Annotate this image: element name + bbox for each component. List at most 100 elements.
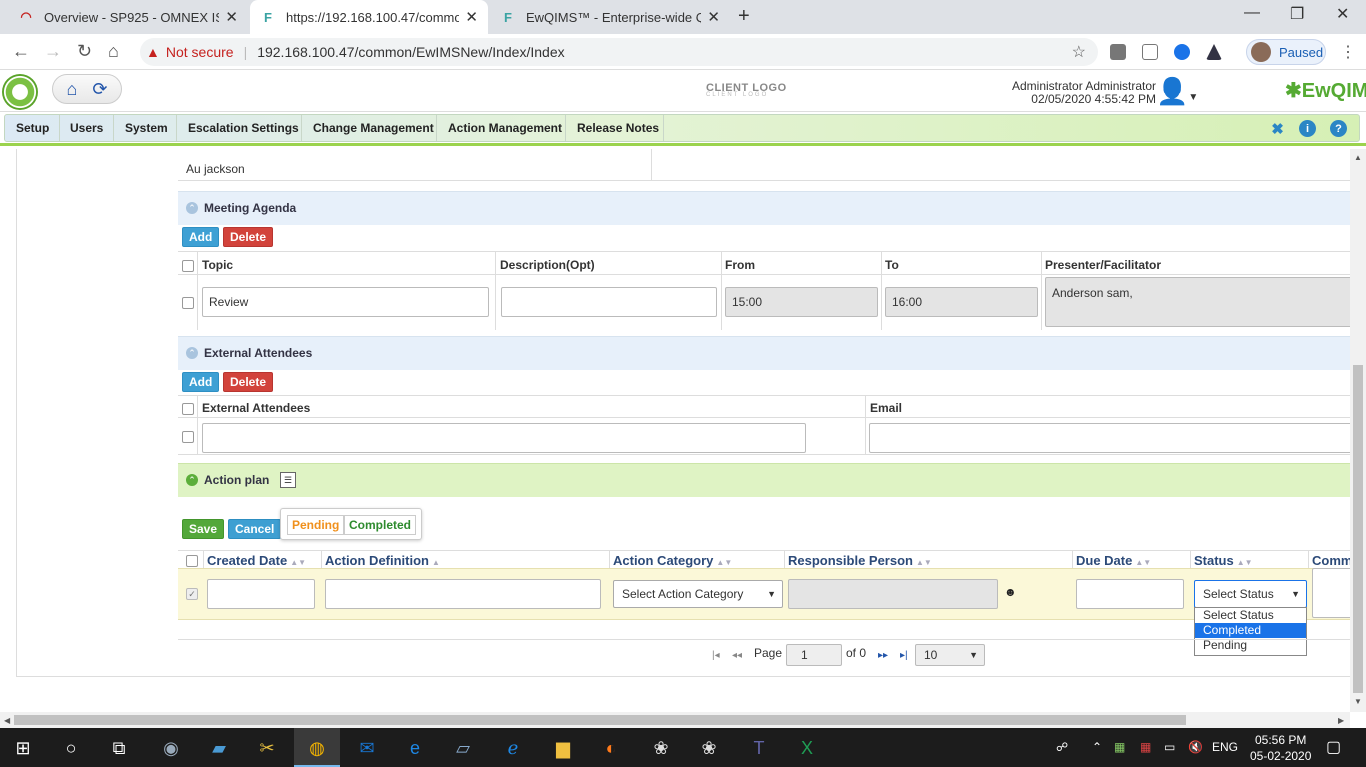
window-close-icon[interactable]: ✕ (1336, 4, 1349, 24)
home-icon[interactable]: ⌂ (108, 41, 119, 62)
topic-input[interactable]: Review (202, 287, 489, 317)
collapse-icon[interactable]: ⌃ (186, 474, 198, 486)
extension-drive-icon[interactable] (1206, 44, 1222, 60)
tab-overview[interactable]: ◠ Overview - SP925 - OMNEX ISSUE ✕ (8, 0, 248, 34)
close-icon[interactable]: ✕ (225, 8, 238, 26)
chrome-icon[interactable]: ◍ (306, 737, 328, 759)
language-indicator[interactable]: ENG (1212, 740, 1238, 754)
file-explorer-icon[interactable]: ▆ (552, 737, 574, 759)
user-avatar-icon[interactable]: 👤▼ (1156, 76, 1198, 107)
tab-current[interactable]: F https://192.168.100.47/common/ ✕ (250, 0, 488, 34)
page-size-select[interactable]: 10 ▼ (915, 644, 985, 666)
home-icon[interactable]: ⌂ (67, 79, 78, 100)
app-icon[interactable]: ❀ (650, 737, 672, 759)
collapse-icon[interactable]: ⌃ (186, 202, 198, 214)
extension-g-icon[interactable] (1110, 44, 1126, 60)
menu-escalation-settings[interactable]: Escalation Settings (188, 121, 299, 135)
excel-icon[interactable]: X (796, 737, 818, 759)
row-checkbox[interactable] (182, 431, 194, 443)
presenter-field[interactable]: Anderson sam, (1045, 277, 1350, 327)
external-attendee-input[interactable] (202, 423, 806, 453)
forward-icon[interactable]: → (44, 41, 62, 62)
column-responsible-person[interactable]: Responsible Person ▲▼ (788, 553, 932, 568)
menu-change-management[interactable]: Change Management (313, 121, 434, 135)
menu-setup[interactable]: Setup (16, 121, 49, 135)
next-page-icon[interactable]: ▸▸ (878, 650, 888, 661)
app-icon[interactable]: ❀ (698, 737, 720, 759)
status-option[interactable]: Select Status (1195, 608, 1306, 623)
menu-users[interactable]: Users (70, 121, 103, 135)
ie-icon[interactable]: ℯ (502, 737, 524, 759)
column-created-date[interactable]: Created Date ▲▼ (207, 553, 306, 568)
extension-search-icon[interactable] (1174, 44, 1190, 60)
email-input[interactable] (869, 423, 1350, 453)
clock[interactable]: 05:56 PM 05-02-2020 (1250, 732, 1311, 764)
url-field[interactable]: ▲ Not secure | 192.168.100.47/common/EwI… (140, 38, 1098, 66)
restore-icon[interactable]: ❐ (1290, 4, 1304, 24)
vertical-scrollbar[interactable]: ▲ ▼ (1350, 149, 1366, 712)
select-all-checkbox[interactable] (182, 260, 194, 272)
due-date-input[interactable] (1076, 579, 1184, 609)
status-select[interactable]: Select Status ▼ (1194, 580, 1307, 608)
select-all-checkbox[interactable] (186, 555, 198, 567)
column-action-category[interactable]: Action Category ▲▼ (613, 553, 732, 568)
pin-icon[interactable]: ✖ (1269, 120, 1286, 138)
edge-icon[interactable]: e (404, 737, 426, 759)
description-input[interactable] (501, 287, 717, 317)
info-icon[interactable]: i (1299, 120, 1316, 137)
people-icon[interactable]: ☍ (1056, 740, 1068, 754)
column-status[interactable]: Status ▲▼ (1194, 553, 1253, 568)
menu-system[interactable]: System (125, 121, 168, 135)
minimize-icon[interactable]: — (1244, 4, 1260, 22)
agenda-add-button[interactable]: Add (182, 227, 220, 247)
status-option[interactable]: Pending (1195, 638, 1306, 653)
app-icon[interactable]: ▱ (452, 737, 474, 759)
select-all-checkbox[interactable] (182, 403, 194, 415)
from-time-input[interactable]: 15:00 (725, 287, 878, 317)
row-checkbox-checked[interactable]: ✓ (186, 588, 198, 600)
page-number-input[interactable]: 1 (786, 644, 842, 666)
meeting-agenda-header[interactable]: ⌃ Meeting Agenda (178, 191, 1350, 225)
external-attendees-header[interactable]: ⌃ External Attendees (178, 336, 1350, 370)
tray-icon[interactable]: ▦ (1114, 740, 1125, 754)
status-option[interactable]: Completed (1195, 623, 1306, 638)
notification-icon[interactable]: ▢ (1326, 737, 1341, 757)
prev-page-icon[interactable]: ◂◂ (732, 650, 742, 661)
close-icon[interactable]: ✕ (707, 8, 720, 26)
chevron-up-icon[interactable]: ⌃ (1092, 740, 1102, 754)
agenda-delete-button[interactable]: Delete (223, 227, 274, 247)
legend-icon[interactable]: ☰ (280, 472, 296, 488)
scroll-up-icon[interactable]: ▲ (1354, 153, 1362, 162)
scroll-right-icon[interactable]: ▶ (1338, 716, 1344, 725)
first-page-icon[interactable]: |◂ (712, 650, 720, 661)
to-time-input[interactable]: 16:00 (885, 287, 1038, 317)
reload-icon[interactable]: ↻ (77, 41, 92, 62)
action-plan-header[interactable]: ⌃ Action plan ☰ (178, 463, 1350, 497)
app-icon[interactable]: ◉ (160, 737, 182, 759)
cancel-button[interactable]: Cancel (228, 519, 282, 539)
app-icon[interactable]: ✂ (256, 737, 278, 759)
extension-doc-icon[interactable] (1142, 44, 1158, 60)
collapse-icon[interactable]: ⌃ (186, 347, 198, 359)
action-category-select[interactable]: Select Action Category ▼ (613, 580, 783, 608)
menu-kebab-icon[interactable]: ⋮ (1340, 42, 1356, 62)
menu-action-management[interactable]: Action Management (448, 121, 562, 135)
refresh-icon[interactable]: ⟳ (92, 79, 107, 100)
close-icon[interactable]: ✕ (465, 8, 478, 26)
profile-button[interactable]: Paused (1246, 39, 1326, 65)
network-icon[interactable]: ▭ (1164, 740, 1175, 754)
column-comments[interactable]: Comm (1312, 553, 1350, 568)
new-tab-icon[interactable]: + (738, 5, 750, 28)
outlook-icon[interactable]: ✉ (356, 737, 378, 759)
person-lookup-icon[interactable]: ☻ (1004, 585, 1017, 599)
comments-input[interactable] (1312, 568, 1350, 618)
last-page-icon[interactable]: ▸| (900, 650, 908, 661)
column-due-date[interactable]: Due Date ▲▼ (1076, 553, 1151, 568)
volume-icon[interactable]: 🔇 (1188, 740, 1203, 754)
task-view-icon[interactable]: ⧉ (108, 737, 130, 759)
scroll-left-icon[interactable]: ◀ (4, 716, 10, 725)
teams-icon[interactable]: T (748, 737, 770, 759)
responsible-person-input[interactable] (788, 579, 998, 609)
firefox-icon[interactable]: ◐ (600, 737, 622, 759)
tray-icon[interactable]: ▦ (1140, 740, 1151, 754)
